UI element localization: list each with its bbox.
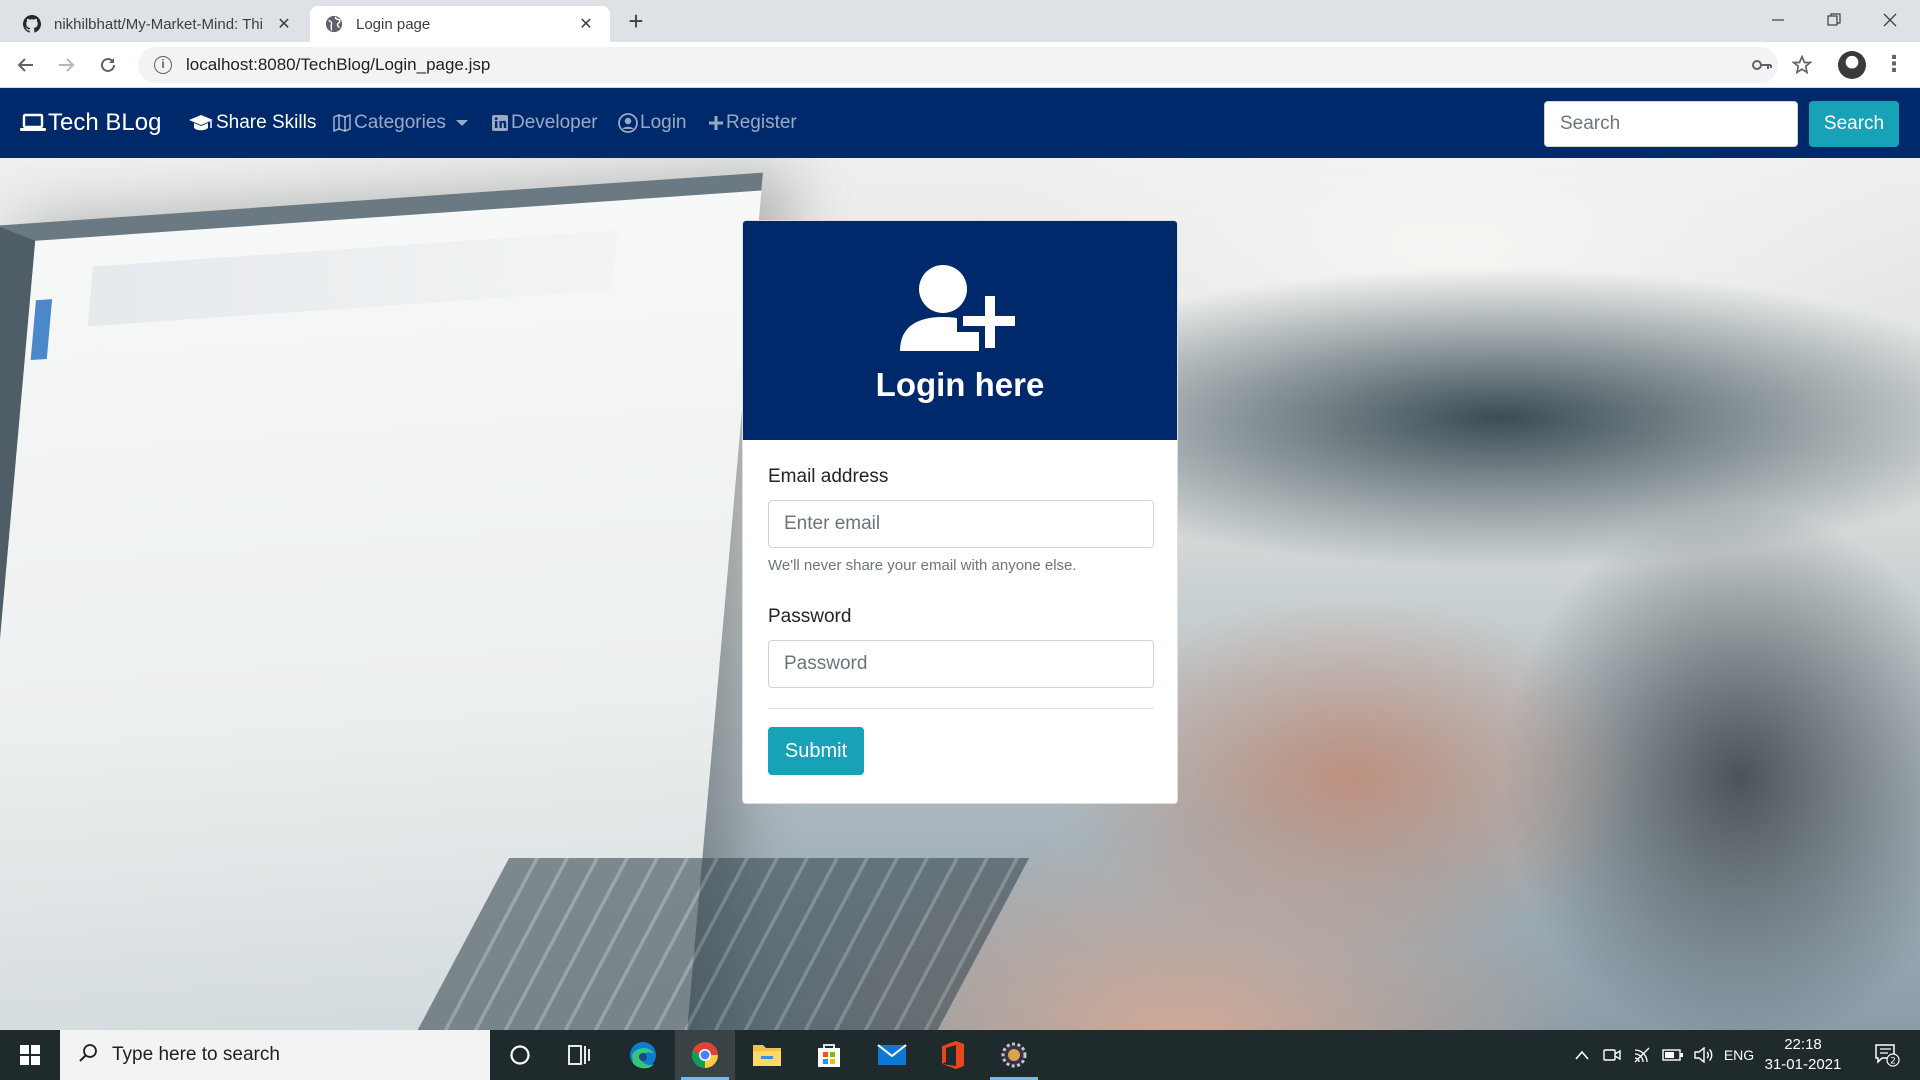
- notification-center-icon[interactable]: 2: [1862, 1030, 1912, 1080]
- wifi-icon[interactable]: [1628, 1030, 1656, 1080]
- email-label: Email address: [768, 466, 889, 487]
- meet-now-icon[interactable]: [1598, 1030, 1626, 1080]
- cortana-icon[interactable]: [490, 1030, 550, 1080]
- search-input[interactable]: [1544, 101, 1798, 147]
- login-card: Login here Email address We'll never sha…: [742, 220, 1178, 804]
- clock-time: 22:18: [1784, 1036, 1822, 1053]
- nav-label: Categories: [354, 112, 446, 133]
- plus-icon: [708, 115, 724, 131]
- task-view-icon[interactable]: [550, 1030, 610, 1080]
- search-icon: [78, 1043, 98, 1068]
- reload-icon[interactable]: [94, 51, 122, 79]
- email-help-text: We'll never share your email with anyone…: [768, 557, 1077, 574]
- nav-label: Developer: [511, 112, 598, 133]
- tab-title: Login page: [356, 15, 431, 33]
- profile-avatar[interactable]: [1838, 51, 1866, 79]
- nav-register[interactable]: Register: [708, 88, 797, 158]
- map-icon: [332, 113, 352, 133]
- close-tab-icon[interactable]: ✕: [274, 14, 294, 34]
- address-url: localhost:8080/TechBlog/Login_page.jsp: [186, 55, 491, 74]
- key-icon[interactable]: [1748, 51, 1776, 79]
- chevron-up-icon[interactable]: [1568, 1030, 1596, 1080]
- browser-tab-login[interactable]: Login page ✕: [310, 6, 610, 42]
- laptop-icon: [20, 113, 46, 133]
- chevron-down-icon: [455, 120, 468, 126]
- mail-icon[interactable]: [862, 1030, 922, 1080]
- windows-start-icon[interactable]: [0, 1030, 60, 1080]
- graduation-cap-icon: [188, 113, 214, 133]
- github-icon: [22, 14, 42, 34]
- form-divider: [768, 708, 1154, 709]
- forward-icon[interactable]: [52, 51, 80, 79]
- password-label: Password: [768, 606, 852, 627]
- nav-developer[interactable]: Developer: [491, 88, 598, 158]
- tab-title: nikhilbhatt/My-Market-Mind: Thi: [54, 15, 263, 33]
- chrome-icon[interactable]: [675, 1030, 735, 1080]
- browser-tab-github[interactable]: nikhilbhatt/My-Market-Mind: Thi ✕: [8, 6, 308, 42]
- taskbar-search-box[interactable]: Type here to search: [60, 1030, 490, 1080]
- brand-link[interactable]: Tech BLog: [20, 88, 161, 158]
- taskbar-clock[interactable]: 22:18 31-01-2021: [1760, 1035, 1846, 1075]
- volume-icon[interactable]: [1690, 1030, 1718, 1080]
- eclipse-icon[interactable]: [984, 1030, 1044, 1080]
- nav-categories[interactable]: Categories: [332, 88, 468, 158]
- browser-toolbar: i localhost:8080/TechBlog/Login_page.jsp…: [0, 42, 1920, 88]
- user-plus-icon: [898, 263, 1022, 362]
- taskbar-search-placeholder: Type here to search: [112, 1044, 280, 1065]
- close-window-icon[interactable]: [1862, 0, 1918, 40]
- search-button[interactable]: Search: [1809, 101, 1899, 147]
- brand-name: Tech BLog: [48, 109, 162, 136]
- page-viewport: Tech BLog Share Skills Categories Develo…: [0, 88, 1920, 1030]
- nav-share-skills[interactable]: Share Skills: [188, 88, 316, 158]
- user-circle-icon: [618, 113, 638, 133]
- site-navbar: Tech BLog Share Skills Categories Develo…: [0, 88, 1920, 158]
- linkedin-icon: [491, 114, 509, 132]
- clock-date: 31-01-2021: [1764, 1056, 1842, 1073]
- windows-taskbar: Type here to search ENG 22:18 31-01-2021…: [0, 1030, 1920, 1080]
- password-field[interactable]: [768, 640, 1154, 688]
- login-title: Login here: [875, 366, 1045, 403]
- nav-label: Share Skills: [216, 112, 317, 133]
- notification-count: 2: [1890, 1057, 1896, 1067]
- star-icon[interactable]: [1788, 51, 1816, 79]
- file-explorer-icon[interactable]: [737, 1030, 797, 1080]
- store-icon[interactable]: [799, 1030, 859, 1080]
- email-field[interactable]: [768, 500, 1154, 548]
- browser-tab-strip: nikhilbhatt/My-Market-Mind: Thi ✕ Login …: [0, 0, 1920, 42]
- more-menu-icon[interactable]: ⋮: [1880, 51, 1908, 79]
- login-form: Email address We'll never share your ema…: [743, 440, 1177, 801]
- restore-icon[interactable]: [1806, 0, 1862, 40]
- close-tab-icon[interactable]: ✕: [576, 14, 596, 34]
- back-icon[interactable]: [12, 51, 40, 79]
- minimize-icon[interactable]: [1750, 0, 1806, 40]
- new-tab-button[interactable]: +: [622, 8, 650, 36]
- nav-label: Register: [726, 112, 797, 133]
- edge-icon[interactable]: [613, 1030, 673, 1080]
- address-bar[interactable]: i localhost:8080/TechBlog/Login_page.jsp: [138, 47, 1778, 83]
- nav-label: Login: [640, 112, 687, 133]
- submit-button[interactable]: Submit: [768, 727, 864, 775]
- office-icon[interactable]: [923, 1030, 983, 1080]
- globe-icon: [324, 14, 344, 34]
- language-indicator[interactable]: ENG: [1720, 1030, 1758, 1080]
- nav-login[interactable]: Login: [618, 88, 687, 158]
- login-card-header: Login here: [743, 221, 1177, 440]
- battery-icon[interactable]: [1658, 1030, 1688, 1080]
- site-info-icon[interactable]: i: [154, 56, 172, 74]
